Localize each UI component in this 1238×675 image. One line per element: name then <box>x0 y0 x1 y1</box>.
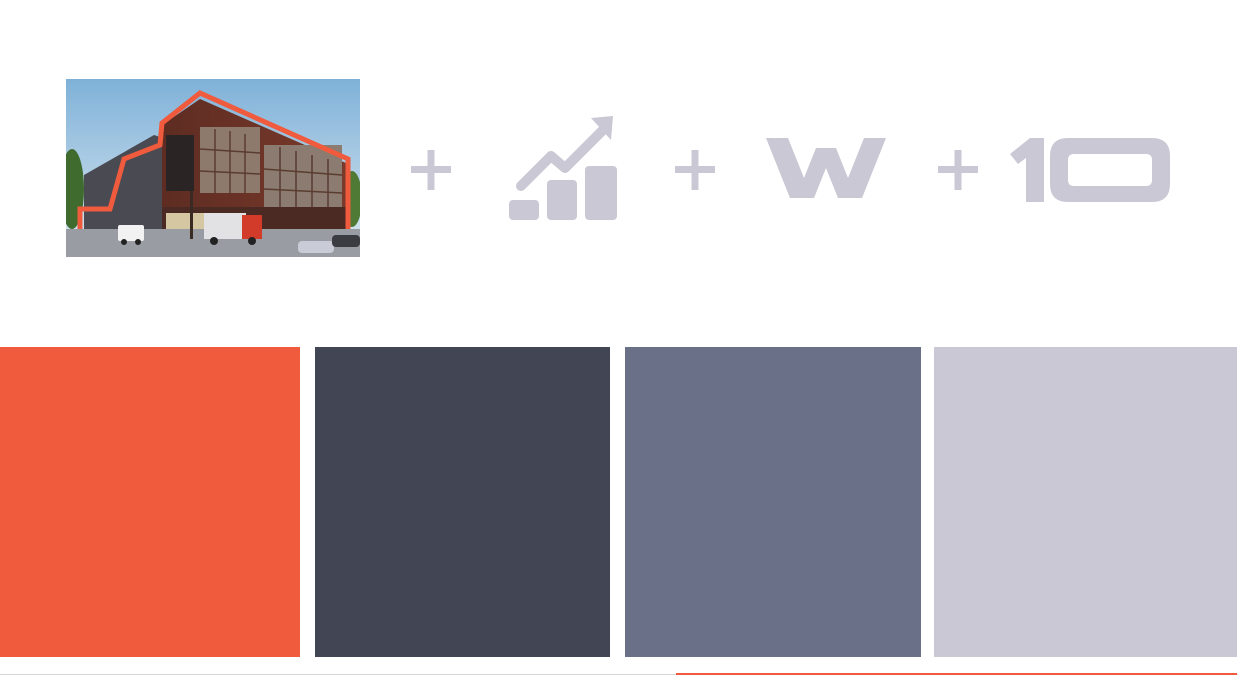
color-swatch-slate <box>625 347 921 657</box>
growth-chart-icon <box>507 116 619 222</box>
w-logo-icon <box>766 138 886 198</box>
plus-icon <box>673 148 717 192</box>
color-swatch-light-gray <box>934 347 1237 657</box>
plus-icon <box>936 148 980 192</box>
plus-icon <box>409 148 453 192</box>
color-swatch-orange <box>0 347 300 657</box>
ten-logo-icon <box>1010 138 1170 202</box>
color-swatch-charcoal <box>315 347 610 657</box>
building-image <box>66 79 360 257</box>
